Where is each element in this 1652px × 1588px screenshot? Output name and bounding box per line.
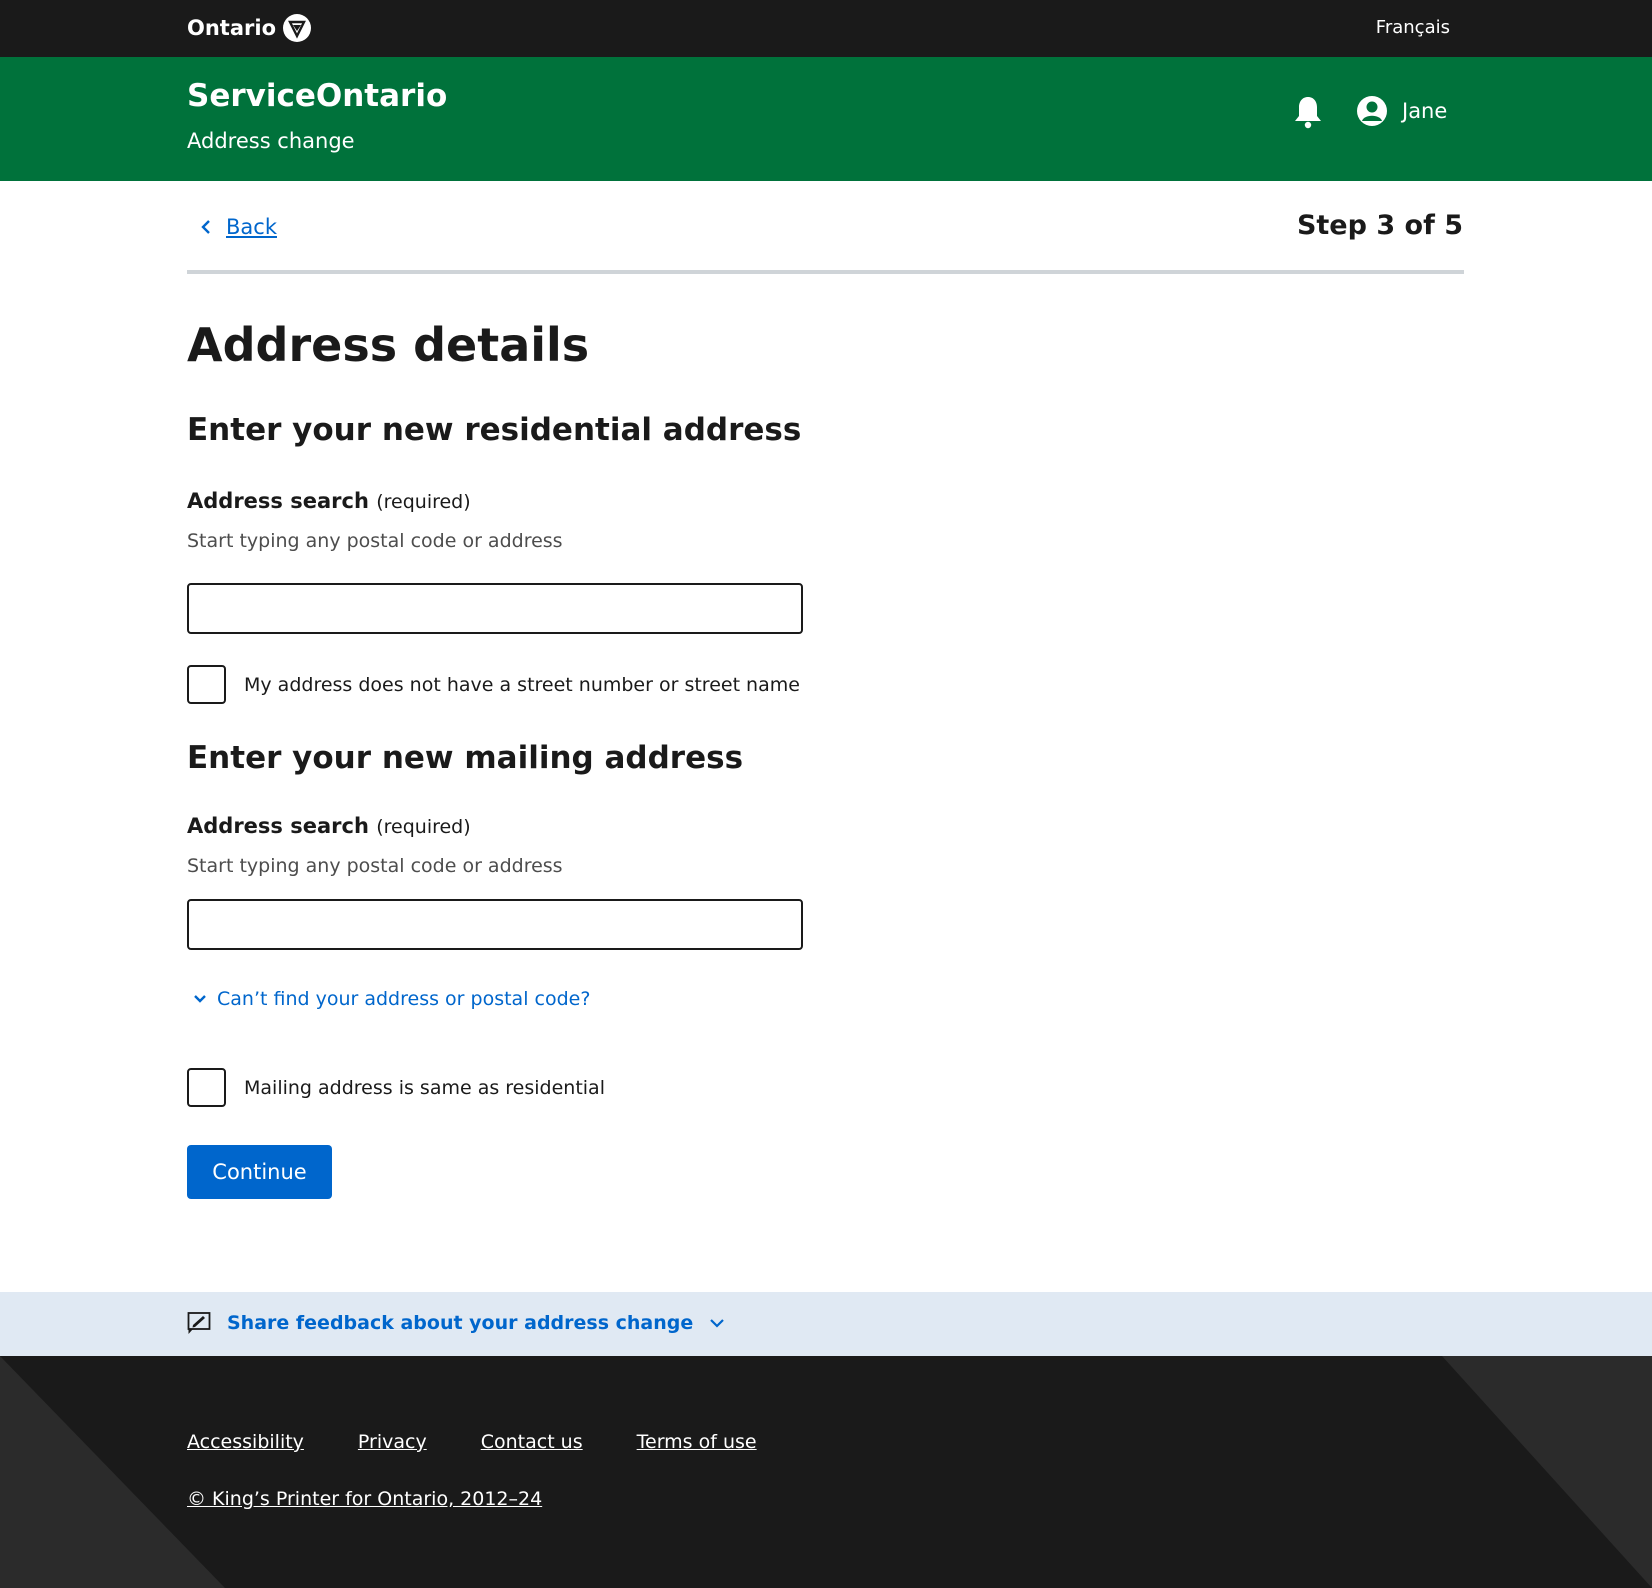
step-indicator: Step 3 of 5 [1296,210,1463,241]
residential-hint: Start typing any postal code or address [187,530,563,552]
footer-decoration-left [0,1356,225,1588]
feedback-toggle[interactable]: Share feedback about your address change [187,1311,725,1335]
service-name: ServiceOntario [187,78,448,114]
feedback-icon [187,1312,211,1334]
mailing-search-input[interactable] [187,899,803,950]
brand-text: Ontario [187,16,276,40]
language-toggle-link[interactable]: Français [1376,17,1450,38]
residential-search-input[interactable] [187,583,803,634]
feedback-bar: Share feedback about your address change [0,1292,1652,1356]
footer-links: Accessibility Privacy Contact us Terms o… [187,1431,757,1453]
mailing-hint: Start typing any postal code or address [187,855,563,877]
service-header: ServiceOntario Address change Jane [0,57,1652,181]
feedback-label[interactable]: Share feedback about your address change [227,1312,693,1334]
copyright-link[interactable]: © King’s Printer for Ontario, 2012–24 [187,1488,542,1510]
residential-label-text: Address search [187,489,369,513]
back-link[interactable]: Back [200,215,277,239]
service-subtitle: Address change [187,129,355,153]
continue-button[interactable]: Continue [187,1145,332,1199]
ontario-trillium-icon [283,14,311,42]
top-bar: Ontario Français [0,0,1652,57]
no-street-checkbox[interactable] [187,665,226,704]
ontario-logo[interactable]: Ontario [187,13,312,43]
cant-find-address-label[interactable]: Can’t find your address or postal code? [217,988,590,1010]
footer-link-privacy[interactable]: Privacy [358,1431,427,1453]
user-name: Jane [1402,99,1448,123]
bell-icon[interactable] [1293,95,1323,129]
chevron-down-icon [710,1319,725,1328]
same-as-residential-checkbox-row[interactable]: Mailing address is same as residential [187,1068,605,1107]
footer-link-terms[interactable]: Terms of use [637,1431,757,1453]
chevron-down-icon [194,995,206,1003]
no-street-checkbox-row[interactable]: My address does not have a street number… [187,665,800,704]
page-title: Address details [187,318,590,372]
footer-link-contact[interactable]: Contact us [481,1431,583,1453]
back-label: Back [226,215,277,239]
no-street-checkbox-label[interactable]: My address does not have a street number… [244,674,800,696]
same-as-residential-checkbox[interactable] [187,1068,226,1107]
same-as-residential-label[interactable]: Mailing address is same as residential [244,1077,605,1099]
residential-heading: Enter your new residential address [187,412,802,448]
mailing-label-text: Address search [187,814,369,838]
residential-search-label: Address search (required) [187,489,471,513]
user-menu[interactable]: Jane [1356,95,1447,127]
page-footer: Accessibility Privacy Contact us Terms o… [0,1356,1652,1588]
mailing-search-label: Address search (required) [187,814,471,838]
cant-find-address-expander[interactable]: Can’t find your address or postal code? [193,988,590,1010]
user-icon [1357,96,1387,126]
footer-decoration-right [1442,1356,1652,1588]
required-marker: (required) [376,491,471,513]
chevron-left-icon [201,220,210,234]
required-marker: (required) [376,816,471,838]
progress-divider [187,270,1464,274]
footer-link-accessibility[interactable]: Accessibility [187,1431,304,1453]
mailing-heading: Enter your new mailing address [187,740,744,776]
